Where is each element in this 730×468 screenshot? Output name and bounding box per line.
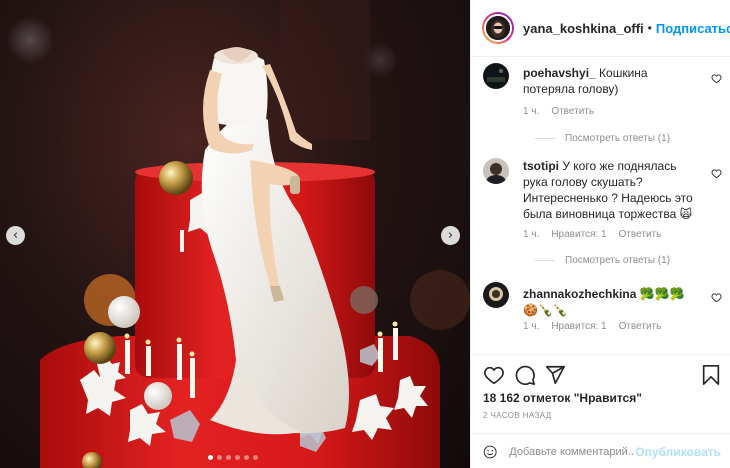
- replies-divider: [535, 138, 555, 139]
- carousel-dot: [244, 455, 249, 460]
- carousel-dot: [217, 455, 222, 460]
- reply-button[interactable]: Ответить: [551, 106, 594, 117]
- share-icon[interactable]: [544, 364, 566, 386]
- heart-icon[interactable]: [483, 364, 505, 386]
- comment-icon[interactable]: [514, 364, 536, 386]
- comment-text: zhannakozhechkina 🥦🥦🥦🍪🍾🍾: [523, 286, 695, 318]
- post-header: yana_koshkina_offi • Подписаться •••: [471, 0, 730, 57]
- commenter-avatar[interactable]: [483, 282, 509, 308]
- commenter-avatar-image: [483, 282, 509, 308]
- carousel-dot: [235, 455, 240, 460]
- carousel-dot: [226, 455, 231, 460]
- post-side-panel: yana_koshkina_offi • Подписаться ••• poe…: [470, 0, 730, 468]
- add-comment-bar: Опубликовать: [471, 433, 730, 468]
- chevron-right-icon: ›: [447, 228, 454, 243]
- previous-photo-button[interactable]: ‹: [6, 226, 25, 245]
- heart-icon[interactable]: [711, 168, 722, 179]
- replies-divider: [535, 260, 555, 261]
- post-time[interactable]: 2 ЧАСОВ НАЗАД: [483, 411, 552, 420]
- likes-count[interactable]: 18 162 отметок "Нравится": [483, 391, 642, 405]
- view-replies-button[interactable]: Посмотреть ответы (1): [535, 255, 670, 266]
- comment-time: 1 ч.: [523, 229, 540, 240]
- author-avatar[interactable]: [482, 12, 514, 44]
- reply-button[interactable]: Ответить: [619, 321, 662, 332]
- commenter-avatar-image: [483, 63, 509, 89]
- action-icons-row: [483, 364, 721, 386]
- comment-meta: 1 ч. Нравится: 1 Ответить: [523, 321, 661, 332]
- cake-photo-illustration: [6, 0, 470, 468]
- bookmark-icon[interactable]: [700, 364, 722, 386]
- view-replies-label: Посмотреть ответы (1): [565, 255, 671, 266]
- follow-button[interactable]: Подписаться: [656, 21, 730, 36]
- carousel-dot: [253, 455, 258, 460]
- comment-time: 1 ч.: [523, 106, 540, 117]
- comment-username[interactable]: tsotipi: [523, 159, 559, 173]
- chevron-left-icon: ‹: [12, 228, 19, 243]
- comment-meta: 1 ч. Ответить: [523, 106, 594, 117]
- carousel-indicator: [208, 455, 258, 460]
- comment-input[interactable]: [509, 445, 636, 458]
- carousel-dot: [208, 455, 213, 460]
- author-username[interactable]: yana_koshkina_offi: [523, 21, 644, 36]
- comment-item: poehavshyi_ Кошкина потеряла голову) 1 ч…: [483, 63, 722, 153]
- reply-button[interactable]: Ответить: [619, 229, 662, 240]
- post-actions: 18 162 отметок "Нравится" 2 ЧАСОВ НАЗАД …: [471, 354, 730, 468]
- emoji-icon[interactable]: [483, 442, 497, 462]
- post-photo: ‹ ›: [0, 0, 470, 468]
- comment-likes[interactable]: Нравится: 1: [551, 321, 606, 332]
- author-avatar-image: [486, 16, 510, 40]
- commenter-avatar-image: [483, 158, 509, 184]
- view-replies-label: Посмотреть ответы (1): [565, 133, 671, 144]
- view-replies-button[interactable]: Посмотреть ответы (1): [535, 133, 670, 144]
- heart-icon[interactable]: [711, 292, 722, 303]
- comment-text: tsotipi У кого же поднялась рука голову …: [523, 158, 695, 222]
- heart-icon[interactable]: [711, 73, 722, 84]
- next-photo-button[interactable]: ›: [441, 226, 460, 245]
- commenter-avatar[interactable]: [483, 63, 509, 89]
- separator-dot: •: [647, 21, 652, 35]
- comment-username[interactable]: zhannakozhechkina: [523, 287, 636, 301]
- comment-item: tsotipi У кого же поднялась рука голову …: [483, 158, 722, 278]
- comments-list: poehavshyi_ Кошкина потеряла голову) 1 ч…: [471, 58, 730, 354]
- comment-likes[interactable]: Нравится: 1: [551, 229, 606, 240]
- comment-username[interactable]: poehavshyi_: [523, 66, 596, 80]
- comment-time: 1 ч.: [523, 321, 540, 332]
- comment-meta: 1 ч. Нравится: 1 Ответить: [523, 229, 661, 240]
- comment-item: zhannakozhechkina 🥦🥦🥦🍪🍾🍾 1 ч. Нравится: …: [483, 282, 722, 354]
- commenter-avatar[interactable]: [483, 158, 509, 184]
- comment-text: poehavshyi_ Кошкина потеряла голову): [523, 65, 695, 97]
- post-comment-button[interactable]: Опубликовать: [635, 445, 721, 459]
